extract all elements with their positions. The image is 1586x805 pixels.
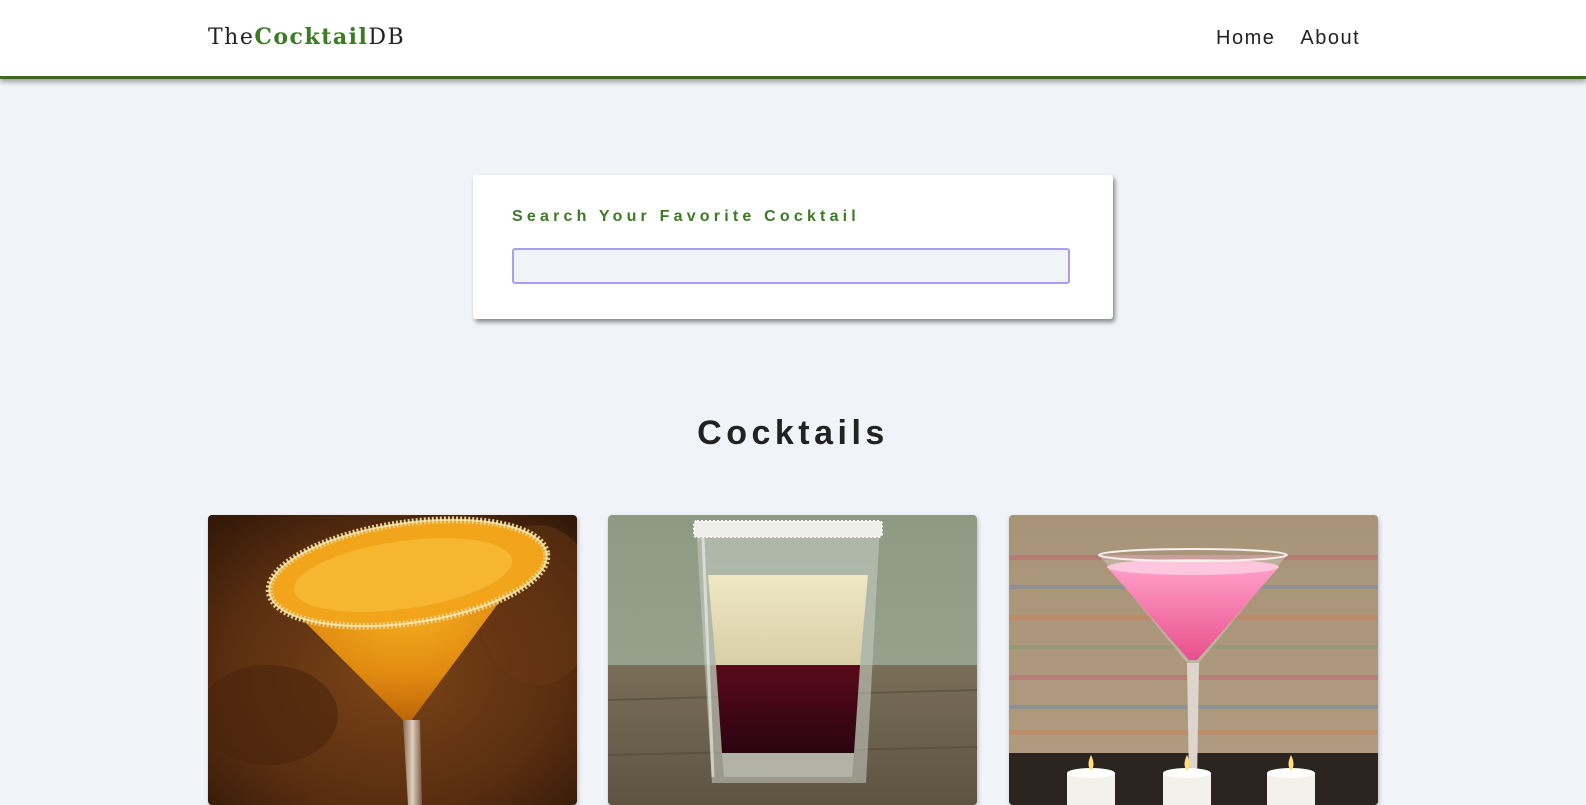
nav-links: Home About <box>1216 27 1360 50</box>
cocktail-image-orange-martini <box>208 515 577 805</box>
cocktails-section-title: Cocktails <box>697 414 889 452</box>
navbar: TheCocktailDB Home About <box>0 0 1586 79</box>
cocktail-card[interactable] <box>608 515 977 805</box>
cocktail-image-pink-martini <box>1009 515 1378 805</box>
logo-highlight: Cocktail <box>254 24 369 50</box>
search-input[interactable] <box>512 248 1070 284</box>
search-label: Search Your Favorite Cocktail <box>512 208 860 225</box>
logo-prefix: The <box>208 25 255 50</box>
cocktail-card[interactable] <box>1009 515 1378 805</box>
cocktail-card[interactable] <box>208 515 577 805</box>
logo-suffix: DB <box>368 25 406 50</box>
nav-home-link[interactable]: Home <box>1216 27 1275 50</box>
nav-about-link[interactable]: About <box>1300 27 1360 50</box>
site-logo[interactable]: TheCocktailDB <box>208 24 405 50</box>
search-form: Search Your Favorite Cocktail <box>473 175 1113 319</box>
cocktail-image-layered-shot <box>608 515 977 805</box>
